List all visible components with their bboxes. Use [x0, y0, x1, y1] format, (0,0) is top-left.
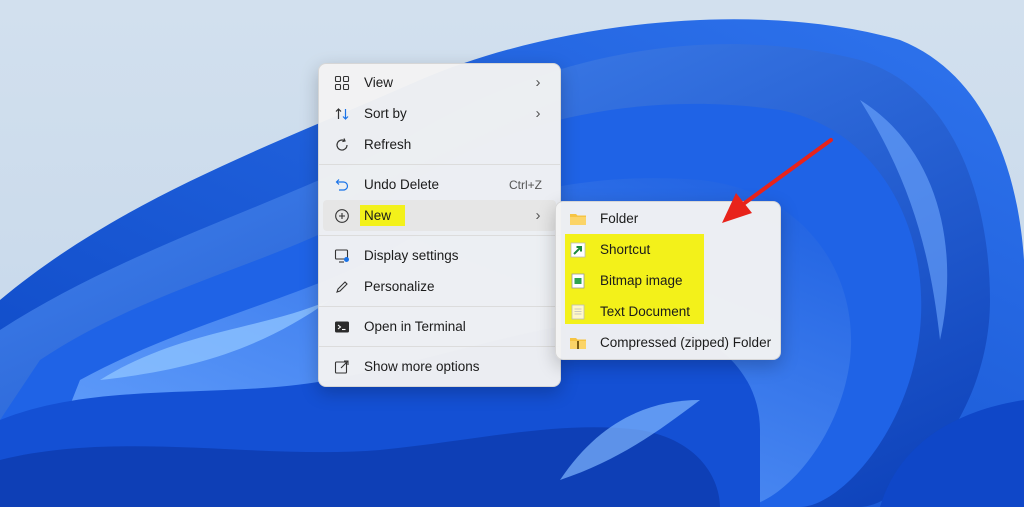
submenu-item-compressed-folder[interactable]: Compressed (zipped) Folder — [559, 327, 777, 358]
undo-icon — [333, 176, 351, 194]
share-icon — [333, 358, 351, 376]
menu-item-label: Shortcut — [600, 242, 651, 257]
menu-item-label: Refresh — [364, 137, 412, 152]
menu-item-personalize[interactable]: Personalize — [323, 271, 556, 302]
shortcut-icon — [569, 241, 587, 259]
menu-item-label: Folder — [600, 211, 639, 226]
chevron-right-icon: › — [535, 105, 541, 122]
desktop-context-menu: View › Sort by › Refresh Undo Delete Ctr… — [318, 63, 561, 387]
menu-item-label: Personalize — [364, 279, 435, 294]
menu-item-sort-by[interactable]: Sort by › — [323, 98, 556, 129]
pen-icon — [333, 278, 351, 296]
menu-item-label: Sort by — [364, 106, 407, 121]
menu-item-label: Display settings — [364, 248, 459, 263]
menu-separator — [319, 306, 560, 307]
menu-item-view[interactable]: View › — [323, 67, 556, 98]
text-document-icon — [569, 303, 587, 321]
menu-item-label: Text Document — [600, 304, 691, 319]
submenu-item-text-document[interactable]: Text Document — [559, 296, 777, 327]
terminal-icon — [333, 318, 351, 336]
menu-item-label: Open in Terminal — [364, 319, 466, 334]
menu-separator — [319, 235, 560, 236]
plus-circle-icon — [333, 207, 351, 225]
chevron-right-icon: › — [535, 207, 541, 224]
refresh-icon — [333, 136, 351, 154]
menu-item-undo-delete[interactable]: Undo Delete Ctrl+Z — [323, 169, 556, 200]
submenu-item-shortcut[interactable]: Shortcut — [559, 234, 777, 265]
submenu-item-bitmap-image[interactable]: Bitmap image — [559, 265, 777, 296]
zip-folder-icon — [569, 334, 587, 352]
menu-item-display-settings[interactable]: Display settings — [323, 240, 556, 271]
shortcut-hint: Ctrl+Z — [509, 177, 542, 192]
chevron-right-icon: › — [535, 74, 541, 91]
menu-item-label: Bitmap image — [600, 273, 683, 288]
display-settings-icon — [333, 247, 351, 265]
menu-item-label: Undo Delete — [364, 177, 440, 192]
menu-item-show-more-options[interactable]: Show more options — [323, 351, 556, 382]
grid-icon — [333, 74, 351, 92]
folder-icon — [569, 210, 587, 228]
menu-item-label: New — [360, 205, 406, 226]
menu-separator — [319, 346, 560, 347]
menu-item-label: View — [364, 75, 394, 90]
menu-item-label: Show more options — [364, 359, 480, 374]
menu-item-refresh[interactable]: Refresh — [323, 129, 556, 160]
menu-item-label: Compressed (zipped) Folder — [600, 335, 772, 350]
submenu-item-folder[interactable]: Folder — [559, 203, 777, 234]
bitmap-icon — [569, 272, 587, 290]
menu-item-new[interactable]: New › — [323, 200, 556, 231]
menu-item-open-in-terminal[interactable]: Open in Terminal — [323, 311, 556, 342]
new-submenu-items: Folder Shortcut Bitmap image Text Docume… — [555, 203, 781, 358]
menu-separator — [319, 164, 560, 165]
sort-icon — [333, 105, 351, 123]
